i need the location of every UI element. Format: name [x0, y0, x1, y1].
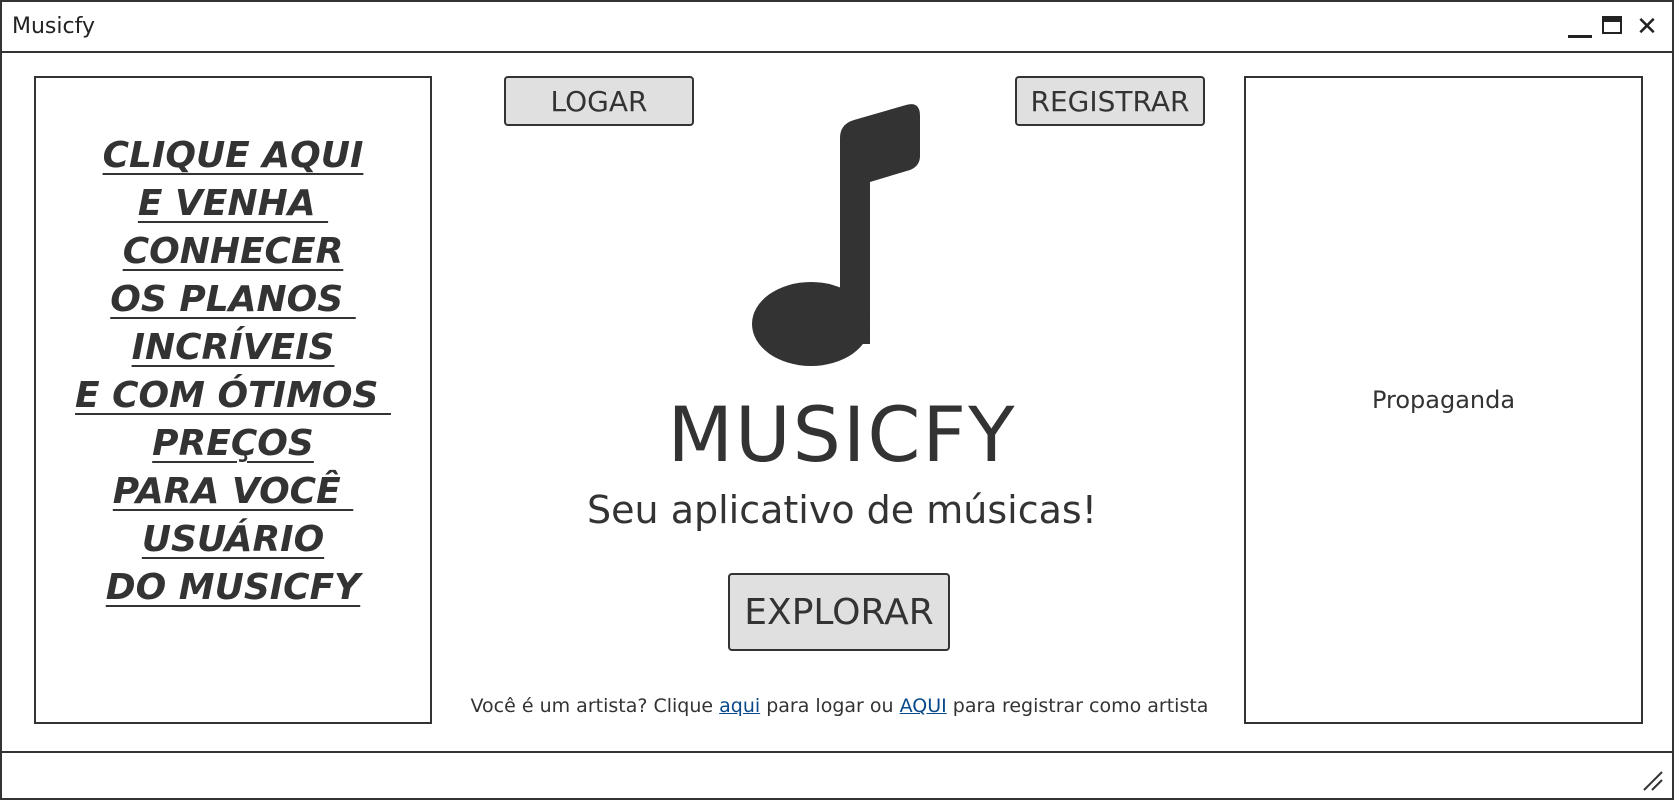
promo-panel[interactable]: CLIQUE AQUI E VENHA CONHECER OS PLANOS I…	[34, 76, 432, 724]
promo-line[interactable]: E COM ÓTIMOS	[75, 372, 391, 420]
promo-line[interactable]: PREÇOS	[152, 420, 314, 468]
promo-line[interactable]: OS PLANOS	[110, 276, 355, 324]
promo-line[interactable]: PARA VOCÊ	[113, 468, 353, 516]
promo-line[interactable]: CONHECER	[123, 228, 344, 276]
ad-panel[interactable]: Propaganda	[1244, 76, 1643, 724]
brand-title: MUSICFY	[667, 390, 1017, 479]
promo-line[interactable]: INCRÍVEIS	[132, 324, 335, 372]
login-button[interactable]: LOGAR	[504, 76, 694, 126]
app-window: Musicfy ✕ CLIQUE AQUI E VENHA CONHECER O…	[0, 0, 1674, 800]
close-icon[interactable]: ✕	[1634, 14, 1660, 40]
artist-text: Você é um artista? Clique	[470, 695, 720, 717]
artist-text: para logar ou	[760, 695, 900, 717]
explore-button[interactable]: EXPLORAR	[728, 573, 950, 651]
promo-line[interactable]: E VENHA	[138, 180, 328, 228]
register-button[interactable]: REGISTRAR	[1015, 76, 1205, 126]
resize-grip-icon[interactable]	[1642, 770, 1664, 792]
tagline: Seu aplicativo de músicas!	[587, 488, 1097, 532]
window-controls: ✕	[1566, 14, 1660, 40]
artist-text: para registrar como artista	[946, 695, 1209, 717]
title-bar: Musicfy ✕	[2, 2, 1672, 53]
promo-line[interactable]: DO MUSICFY	[106, 564, 360, 612]
artist-register-link[interactable]: AQUI	[900, 695, 947, 717]
ad-label: Propaganda	[1371, 386, 1516, 414]
maximize-icon[interactable]	[1600, 14, 1626, 40]
promo-text[interactable]: CLIQUE AQUI E VENHA CONHECER OS PLANOS I…	[36, 132, 430, 612]
minimize-icon[interactable]	[1566, 14, 1592, 40]
music-note-icon	[752, 104, 920, 366]
promo-line[interactable]: CLIQUE AQUI	[103, 132, 364, 180]
status-bar	[2, 751, 1672, 800]
window-title: Musicfy	[12, 14, 95, 39]
promo-line[interactable]: USUÁRIO	[142, 516, 324, 564]
artist-prompt: Você é um artista? Clique aqui para loga…	[422, 695, 1257, 717]
artist-login-link[interactable]: aqui	[719, 695, 760, 717]
